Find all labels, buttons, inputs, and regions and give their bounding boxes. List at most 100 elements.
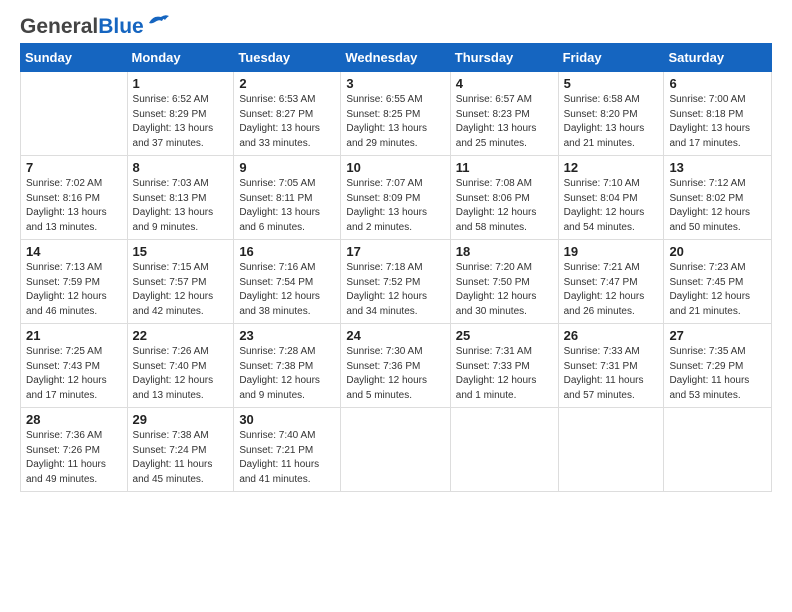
calendar-cell: 13Sunrise: 7:12 AM Sunset: 8:02 PM Dayli… [664,156,772,240]
week-row-1: 1 Sunrise: 6:52 AM Sunset: 8:29 PM Daylig… [21,72,772,156]
day-info: Sunrise: 7:28 AM Sunset: 7:38 PM Dayligh… [239,345,335,403]
day-info: Sunrise: 7:18 AM Sunset: 7:52 PM Dayligh… [346,261,444,319]
calendar-cell: 15 Sunrise: 7:15 AM Sunset: 7:57 PM Dayli… [127,240,234,324]
calendar-cell [341,408,450,492]
calendar-cell: 28 Sunrise: 7:36 AM Sunset: 7:26 PM Dayli… [21,408,128,492]
day-info: Sunrise: 7:26 AM Sunset: 7:40 PM Dayligh… [133,345,229,403]
col-header-thursday: Thursday [450,44,558,72]
calendar-cell [21,72,128,156]
day-number: 30 [239,412,335,427]
col-header-saturday: Saturday [664,44,772,72]
day-number: 26 [564,328,659,343]
calendar-cell: 9 Sunrise: 7:05 AM Sunset: 8:11 PM Daylig… [234,156,341,240]
week-row-2: 7Sunrise: 7:02 AM Sunset: 8:16 PM Daylig… [21,156,772,240]
calendar-cell: 7Sunrise: 7:02 AM Sunset: 8:16 PM Daylig… [21,156,128,240]
day-info: Sunrise: 6:53 AM Sunset: 8:27 PM Dayligh… [239,93,335,151]
col-header-sunday: Sunday [21,44,128,72]
day-info: Sunrise: 6:55 AM Sunset: 8:25 PM Dayligh… [346,93,444,151]
calendar-cell [450,408,558,492]
day-info: Sunrise: 7:36 AM Sunset: 7:26 PM Dayligh… [26,429,122,487]
logo-general-text: General [20,15,98,38]
day-number: 17 [346,244,444,259]
day-info: Sunrise: 6:57 AM Sunset: 8:23 PM Dayligh… [456,93,553,151]
calendar-cell: 6 Sunrise: 7:00 AM Sunset: 8:18 PM Daylig… [664,72,772,156]
day-number: 3 [346,76,444,91]
col-header-tuesday: Tuesday [234,44,341,72]
col-header-monday: Monday [127,44,234,72]
logo-blue-text: Blue [98,15,144,38]
day-info: Sunrise: 6:58 AM Sunset: 8:20 PM Dayligh… [564,93,659,151]
calendar-cell: 18 Sunrise: 7:20 AM Sunset: 7:50 PM Dayli… [450,240,558,324]
calendar-cell: 3 Sunrise: 6:55 AM Sunset: 8:25 PM Daylig… [341,72,450,156]
day-info: Sunrise: 7:03 AM Sunset: 8:13 PM Dayligh… [133,177,229,235]
calendar-cell: 17 Sunrise: 7:18 AM Sunset: 7:52 PM Dayli… [341,240,450,324]
page: GeneralBlue SundayMondayTuesdayWednesday… [0,0,792,612]
calendar-cell: 27 Sunrise: 7:35 AM Sunset: 7:29 PM Dayli… [664,324,772,408]
day-info: Sunrise: 7:21 AM Sunset: 7:47 PM Dayligh… [564,261,659,319]
day-number: 20 [669,244,766,259]
day-info: Sunrise: 6:52 AM Sunset: 8:29 PM Dayligh… [133,93,229,151]
day-number: 24 [346,328,444,343]
day-number: 8 [133,160,229,175]
day-number: 10 [346,160,444,175]
day-info: Sunrise: 7:20 AM Sunset: 7:50 PM Dayligh… [456,261,553,319]
day-number: 16 [239,244,335,259]
day-info: Sunrise: 7:15 AM Sunset: 7:57 PM Dayligh… [133,261,229,319]
day-number: 2 [239,76,335,91]
week-row-3: 14 Sunrise: 7:13 AM Sunset: 7:59 PM Dayli… [21,240,772,324]
logo-bird-icon [147,13,169,36]
day-number: 5 [564,76,659,91]
day-info: Sunrise: 7:13 AM Sunset: 7:59 PM Dayligh… [26,261,122,319]
calendar-cell: 1 Sunrise: 6:52 AM Sunset: 8:29 PM Daylig… [127,72,234,156]
calendar-header-row: SundayMondayTuesdayWednesdayThursdayFrid… [21,44,772,72]
calendar-cell: 11 Sunrise: 7:08 AM Sunset: 8:06 PM Dayli… [450,156,558,240]
calendar-cell: 12Sunrise: 7:10 AM Sunset: 8:04 PM Dayli… [558,156,664,240]
day-info: Sunrise: 7:16 AM Sunset: 7:54 PM Dayligh… [239,261,335,319]
calendar-cell: 8 Sunrise: 7:03 AM Sunset: 8:13 PM Daylig… [127,156,234,240]
calendar-cell: 5 Sunrise: 6:58 AM Sunset: 8:20 PM Daylig… [558,72,664,156]
calendar-cell: 24Sunrise: 7:30 AM Sunset: 7:36 PM Dayli… [341,324,450,408]
calendar-cell: 29 Sunrise: 7:38 AM Sunset: 7:24 PM Dayli… [127,408,234,492]
day-number: 11 [456,160,553,175]
day-info: Sunrise: 7:25 AM Sunset: 7:43 PM Dayligh… [26,345,122,403]
day-number: 1 [133,76,229,91]
calendar-cell [664,408,772,492]
calendar-cell: 16 Sunrise: 7:16 AM Sunset: 7:54 PM Dayli… [234,240,341,324]
day-info: Sunrise: 7:33 AM Sunset: 7:31 PM Dayligh… [564,345,659,403]
day-number: 28 [26,412,122,427]
day-number: 25 [456,328,553,343]
day-number: 29 [133,412,229,427]
day-info: Sunrise: 7:08 AM Sunset: 8:06 PM Dayligh… [456,177,553,235]
header: GeneralBlue [20,16,772,37]
day-info: Sunrise: 7:12 AM Sunset: 8:02 PM Dayligh… [669,177,766,235]
day-number: 9 [239,160,335,175]
calendar-cell: 2 Sunrise: 6:53 AM Sunset: 8:27 PM Daylig… [234,72,341,156]
day-info: Sunrise: 7:35 AM Sunset: 7:29 PM Dayligh… [669,345,766,403]
day-info: Sunrise: 7:38 AM Sunset: 7:24 PM Dayligh… [133,429,229,487]
day-info: Sunrise: 7:10 AM Sunset: 8:04 PM Dayligh… [564,177,659,235]
day-info: Sunrise: 7:02 AM Sunset: 8:16 PM Dayligh… [26,177,122,235]
calendar-cell: 4Sunrise: 6:57 AM Sunset: 8:23 PM Daylig… [450,72,558,156]
week-row-4: 21Sunrise: 7:25 AM Sunset: 7:43 PM Dayli… [21,324,772,408]
day-number: 27 [669,328,766,343]
calendar-cell: 10Sunrise: 7:07 AM Sunset: 8:09 PM Dayli… [341,156,450,240]
day-number: 22 [133,328,229,343]
day-info: Sunrise: 7:31 AM Sunset: 7:33 PM Dayligh… [456,345,553,403]
col-header-wednesday: Wednesday [341,44,450,72]
col-header-friday: Friday [558,44,664,72]
day-number: 6 [669,76,766,91]
day-info: Sunrise: 7:23 AM Sunset: 7:45 PM Dayligh… [669,261,766,319]
day-number: 18 [456,244,553,259]
day-info: Sunrise: 7:05 AM Sunset: 8:11 PM Dayligh… [239,177,335,235]
week-row-5: 28 Sunrise: 7:36 AM Sunset: 7:26 PM Dayli… [21,408,772,492]
calendar-cell: 19 Sunrise: 7:21 AM Sunset: 7:47 PM Dayli… [558,240,664,324]
day-number: 14 [26,244,122,259]
day-info: Sunrise: 7:00 AM Sunset: 8:18 PM Dayligh… [669,93,766,151]
calendar-cell: 21Sunrise: 7:25 AM Sunset: 7:43 PM Dayli… [21,324,128,408]
calendar-cell: 23Sunrise: 7:28 AM Sunset: 7:38 PM Dayli… [234,324,341,408]
day-number: 15 [133,244,229,259]
calendar-cell: 30Sunrise: 7:40 AM Sunset: 7:21 PM Dayli… [234,408,341,492]
calendar-table: SundayMondayTuesdayWednesdayThursdayFrid… [20,43,772,492]
calendar-cell: 26 Sunrise: 7:33 AM Sunset: 7:31 PM Dayli… [558,324,664,408]
day-number: 19 [564,244,659,259]
